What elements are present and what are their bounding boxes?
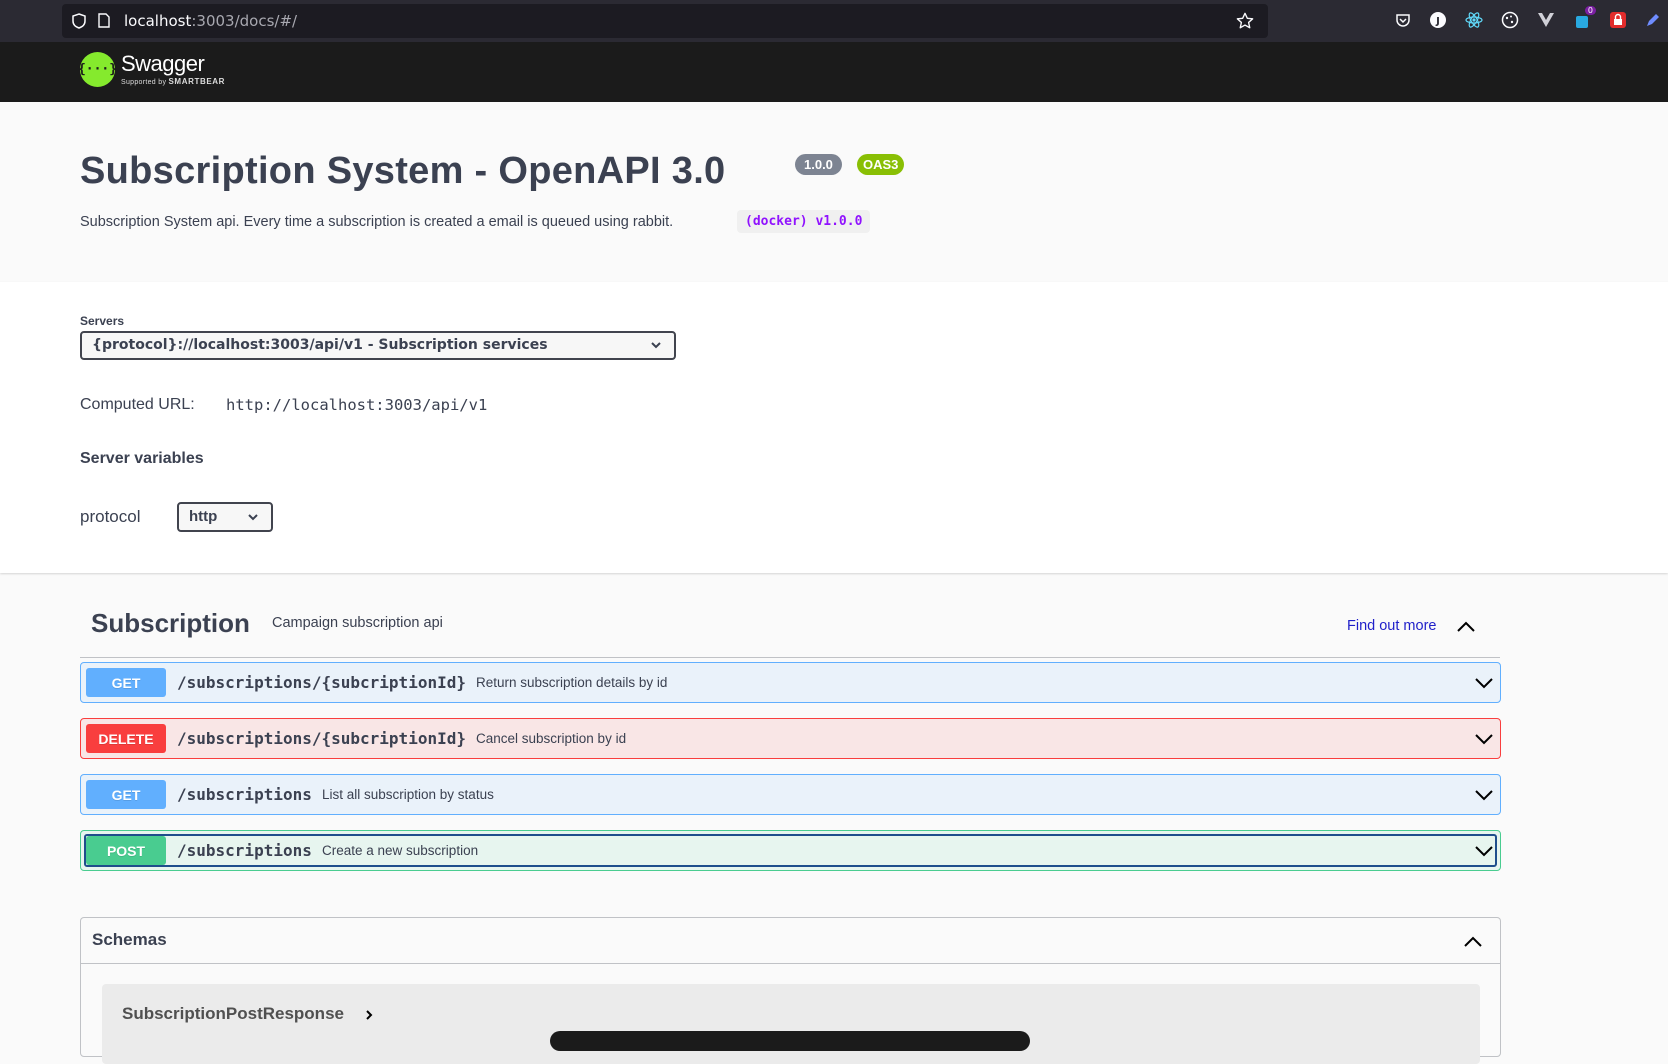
chevron-right-icon[interactable] (364, 1008, 374, 1022)
oas-badge: OAS3 (857, 154, 905, 175)
method-badge: POST (86, 836, 166, 865)
react-devtools-icon[interactable] (1464, 10, 1484, 30)
protocol-select[interactable]: http (177, 502, 273, 532)
method-badge: GET (86, 668, 166, 697)
notification-count: 0 (1584, 6, 1596, 15)
servers-select[interactable]: {protocol}://localhost:3003/api/v1 - Sub… (80, 331, 676, 360)
protocol-selected-value: http (189, 508, 218, 525)
method-badge: DELETE (86, 724, 166, 753)
swagger-logo-name: Swagger (121, 51, 205, 76)
model-name: SubscriptionPostResponse (122, 1004, 344, 1023)
computed-url-value: http://localhost:3003/api/v1 (226, 396, 488, 414)
api-info: Subscription System - OpenAPI 3.0 1.0.0 … (0, 102, 1668, 282)
operation-summary: List all subscription by status (322, 787, 494, 802)
chevron-down-icon[interactable] (1474, 843, 1494, 859)
svg-text:J: J (1435, 16, 1440, 27)
operation-path: /subscriptions (177, 841, 312, 860)
notification-extension-icon[interactable]: 0 (1572, 6, 1596, 30)
api-title: Subscription System - OpenAPI 3.0 (80, 150, 726, 192)
operation-path: /subscriptions (177, 785, 312, 804)
tag-header-subscription[interactable]: Subscription Campaign subscription api F… (80, 596, 1500, 658)
chevron-down-icon[interactable] (1474, 731, 1494, 747)
operation-summary: Return subscription details by id (476, 675, 668, 690)
operation-get-subscriptions[interactable]: GET /subscriptions List all subscription… (80, 774, 1501, 815)
j-extension-icon[interactable]: J (1428, 10, 1448, 30)
operation-get-subscription-by-id[interactable]: GET /subscriptions/{subcriptionId} Retur… (80, 662, 1501, 703)
swagger-topbar: {···} Swagger Supported by SMARTBEAR (0, 42, 1668, 102)
find-out-more-link[interactable]: Find out more (1347, 618, 1436, 634)
overlay-bar (550, 1031, 1030, 1051)
operation-post-subscriptions[interactable]: POST /subscriptions Create a new subscri… (80, 830, 1501, 871)
url-host: localhost (124, 12, 192, 30)
swagger-logo-mark: {···} (78, 52, 117, 87)
tag-name: Subscription (91, 608, 250, 638)
operation-summary: Create a new subscription (322, 843, 479, 858)
server-variables-title: Server variables (80, 450, 204, 467)
cookie-icon[interactable] (1500, 10, 1520, 30)
url-path: :3003/docs/#/ (191, 12, 298, 30)
logo-sub-prefix: Supported by (121, 79, 167, 86)
servers-selected-value: {protocol}://localhost:3003/api/v1 - Sub… (92, 337, 548, 353)
url-text[interactable]: localhost:3003/docs/#/ (124, 12, 297, 30)
pocket-icon[interactable] (1393, 10, 1413, 30)
tag-description: Campaign subscription api (272, 615, 443, 631)
model-subscription-post-response[interactable]: SubscriptionPostResponse (102, 984, 1480, 1064)
address-bar[interactable]: localhost:3003/docs/#/ (62, 4, 1268, 38)
swagger-logo[interactable]: {···} Swagger Supported by SMARTBEAR (78, 51, 225, 87)
schemas-title: Schemas (92, 930, 167, 949)
shield-icon[interactable] (72, 13, 86, 29)
protocol-variable-label: protocol (80, 507, 141, 526)
pen-icon[interactable] (1643, 10, 1663, 30)
chevron-up-icon[interactable] (1455, 616, 1477, 638)
browser-toolbar: localhost:3003/docs/#/ J 0 (0, 0, 1668, 42)
chevron-up-icon[interactable] (1462, 932, 1484, 950)
operation-path: /subscriptions/{subcriptionId} (177, 729, 466, 748)
swagger-logo-sub: Supported by SMARTBEAR (121, 77, 225, 86)
operation-path: /subscriptions/{subcriptionId} (177, 673, 466, 692)
api-description: Subscription System api. Every time a su… (80, 214, 674, 230)
chevron-down-icon (651, 342, 661, 349)
logo-sub-brand: SMARTBEAR (168, 77, 226, 86)
operation-delete-subscription-by-id[interactable]: DELETE /subscriptions/{subcriptionId} Ca… (80, 718, 1501, 759)
method-badge: GET (86, 780, 166, 809)
servers-label: Servers (80, 314, 125, 328)
chevron-down-icon[interactable] (1474, 675, 1494, 691)
page-icon[interactable] (98, 13, 110, 28)
servers-section: Servers {protocol}://localhost:3003/api/… (0, 282, 1668, 573)
schemas-header[interactable]: Schemas (81, 918, 1500, 964)
computed-url-label: Computed URL: (80, 396, 195, 413)
chevron-down-icon (248, 514, 258, 521)
lock-extension-icon[interactable] (1608, 10, 1628, 30)
chevron-down-icon[interactable] (1474, 787, 1494, 803)
vue-devtools-icon[interactable] (1536, 10, 1556, 30)
api-description-code: (docker) v1.0.0 (737, 210, 871, 233)
operation-summary: Cancel subscription by id (476, 731, 627, 746)
bookmark-star-icon[interactable] (1236, 12, 1254, 30)
version-badge: 1.0.0 (795, 154, 842, 175)
